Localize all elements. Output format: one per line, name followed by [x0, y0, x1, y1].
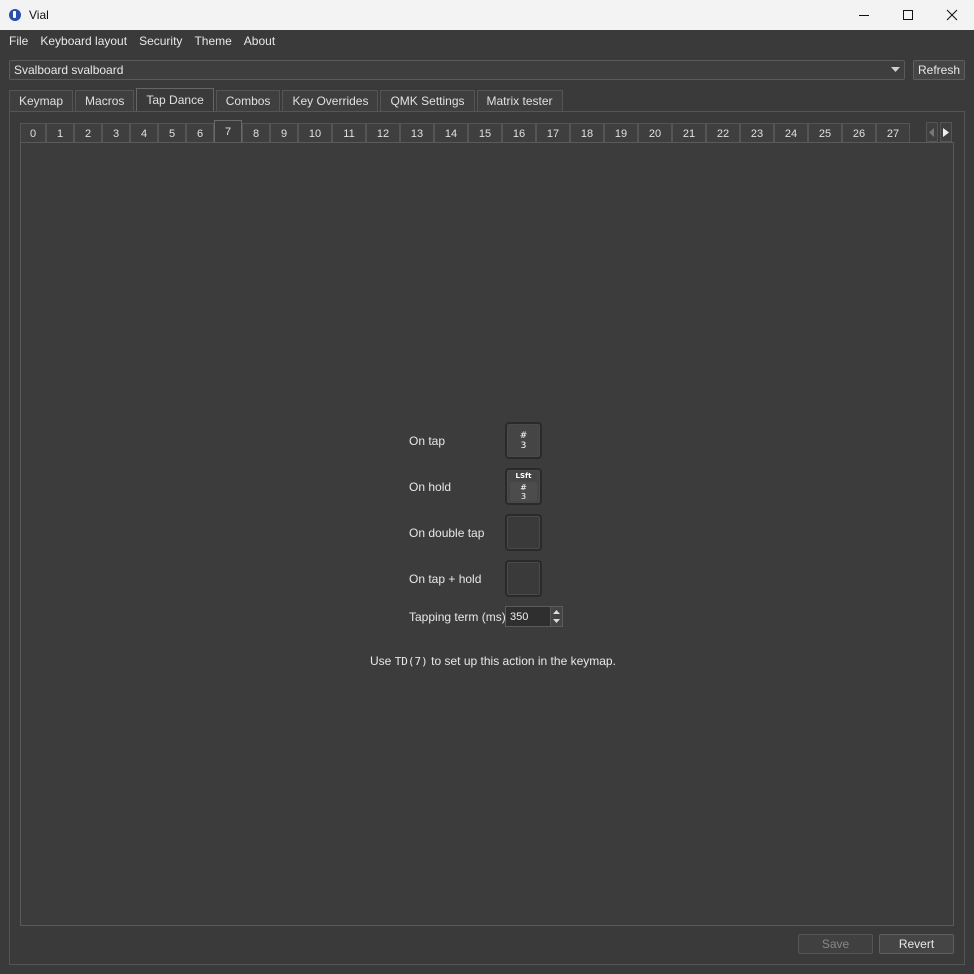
tab-tap-dance[interactable]: Tap Dance [136, 88, 214, 111]
tab-keymap[interactable]: Keymap [9, 90, 74, 111]
tab-tap-dance-4[interactable]: 4 [130, 123, 158, 143]
keyboard-select[interactable]: Svalboard svalboard [9, 60, 905, 80]
tap-dance-index-tabs: 0 1 2 3 4 5 6 7 8 9 10 11 12 13 14 15 16 17 18 19 20 21 22 23 24… [20, 120, 910, 143]
revert-button[interactable]: Revert [879, 934, 954, 954]
window-title: Vial [29, 8, 49, 22]
on-tap-label: On tap [409, 434, 446, 448]
menu-security[interactable]: Security [133, 34, 188, 48]
chevron-down-icon [891, 67, 900, 72]
on-double-tap-key[interactable] [505, 514, 542, 551]
tap-dance-editor [20, 142, 954, 926]
tab-tap-dance-16[interactable]: 16 [502, 123, 536, 143]
usage-hint: Use TD(7) to set up this action in the k… [370, 654, 616, 668]
window-controls [842, 0, 974, 30]
spin-down-button[interactable] [551, 617, 562, 627]
tapping-term-label: Tapping term (ms) [409, 610, 506, 624]
tab-tap-dance-23[interactable]: 23 [740, 123, 774, 143]
tab-tap-dance-9[interactable]: 9 [270, 123, 298, 143]
on-hold-key-bottom: 3 [520, 491, 527, 501]
tab-tap-dance-0[interactable]: 0 [20, 123, 46, 143]
tab-matrix-tester[interactable]: Matrix tester [476, 90, 563, 111]
main-tab-bar: Keymap Macros Tap Dance Combos Key Overr… [9, 88, 565, 111]
spin-buttons [550, 607, 562, 626]
tab-tap-dance-5[interactable]: 5 [158, 123, 186, 143]
arrow-right-icon [943, 127, 949, 137]
scroll-left-button[interactable] [926, 122, 938, 142]
tab-tap-dance-7[interactable]: 7 [214, 120, 242, 143]
hint-code: TD(7) [394, 655, 428, 668]
minimize-icon [859, 15, 869, 16]
tab-key-overrides[interactable]: Key Overrides [282, 90, 379, 111]
tab-tap-dance-3[interactable]: 3 [102, 123, 130, 143]
tab-tap-dance-14[interactable]: 14 [434, 123, 468, 143]
tab-tap-dance-27[interactable]: 27 [876, 123, 910, 143]
maximize-icon [903, 10, 913, 20]
scroll-right-button[interactable] [940, 122, 952, 142]
tab-tap-dance-11[interactable]: 11 [332, 123, 366, 143]
on-hold-key-inner: # 3 [510, 482, 537, 501]
tab-tap-dance-26[interactable]: 26 [842, 123, 876, 143]
keyboard-select-value: Svalboard svalboard [14, 63, 124, 77]
tab-qmk-settings[interactable]: QMK Settings [380, 90, 475, 111]
menu-theme[interactable]: Theme [188, 34, 237, 48]
tapping-term-value[interactable]: 350 [506, 611, 550, 623]
on-hold-label: On hold [409, 480, 452, 494]
tab-tap-dance-10[interactable]: 10 [298, 123, 332, 143]
on-double-tap-label: On double tap [409, 526, 485, 540]
tab-tap-dance-12[interactable]: 12 [366, 123, 400, 143]
tab-tap-dance-17[interactable]: 17 [536, 123, 570, 143]
tab-tap-dance-19[interactable]: 19 [604, 123, 638, 143]
menu-keyboard-layout[interactable]: Keyboard layout [34, 34, 133, 48]
tab-tap-dance-1[interactable]: 1 [46, 123, 74, 143]
title-bar: Vial [0, 0, 974, 30]
tab-combos[interactable]: Combos [215, 90, 281, 111]
on-tap-key-bottom: 3 [520, 440, 527, 451]
maximize-button[interactable] [886, 0, 930, 30]
spin-up-button[interactable] [551, 607, 562, 617]
tab-tap-dance-6[interactable]: 6 [186, 123, 214, 143]
on-hold-key[interactable]: LSft # 3 [505, 468, 542, 505]
vial-app-icon [9, 9, 21, 21]
arrow-up-icon [553, 609, 560, 614]
on-hold-key-modifier: LSft [515, 472, 532, 480]
hint-suffix: to set up this action in the keymap. [431, 654, 616, 668]
menu-file[interactable]: File [3, 34, 34, 48]
tab-tap-dance-22[interactable]: 22 [706, 123, 740, 143]
tab-tap-dance-21[interactable]: 21 [672, 123, 706, 143]
on-tap-hold-key[interactable] [505, 560, 542, 597]
tab-tap-dance-8[interactable]: 8 [242, 123, 270, 143]
arrow-down-icon [553, 619, 560, 624]
hint-prefix: Use [370, 654, 392, 668]
arrow-left-icon [929, 127, 934, 137]
tab-tap-dance-24[interactable]: 24 [774, 123, 808, 143]
tab-scroll-arrows [926, 122, 952, 142]
on-tap-key-top: # [519, 430, 528, 441]
tab-tap-dance-2[interactable]: 2 [74, 123, 102, 143]
on-tap-key[interactable]: # 3 [505, 422, 542, 459]
menu-about[interactable]: About [238, 34, 281, 48]
minimize-button[interactable] [842, 0, 886, 30]
on-hold-key-top: # [520, 482, 527, 492]
refresh-button[interactable]: Refresh [913, 60, 965, 80]
tab-tap-dance-25[interactable]: 25 [808, 123, 842, 143]
save-button[interactable]: Save [798, 934, 873, 954]
tapping-term-spinbox[interactable]: 350 [505, 606, 563, 627]
close-icon [946, 9, 958, 21]
menu-bar: File Keyboard layout Security Theme Abou… [0, 30, 974, 52]
tab-tap-dance-13[interactable]: 13 [400, 123, 434, 143]
tab-tap-dance-20[interactable]: 20 [638, 123, 672, 143]
tab-macros[interactable]: Macros [75, 90, 135, 111]
on-tap-hold-label: On tap + hold [409, 572, 482, 586]
tab-tap-dance-15[interactable]: 15 [468, 123, 502, 143]
close-button[interactable] [930, 0, 974, 30]
tab-tap-dance-18[interactable]: 18 [570, 123, 604, 143]
